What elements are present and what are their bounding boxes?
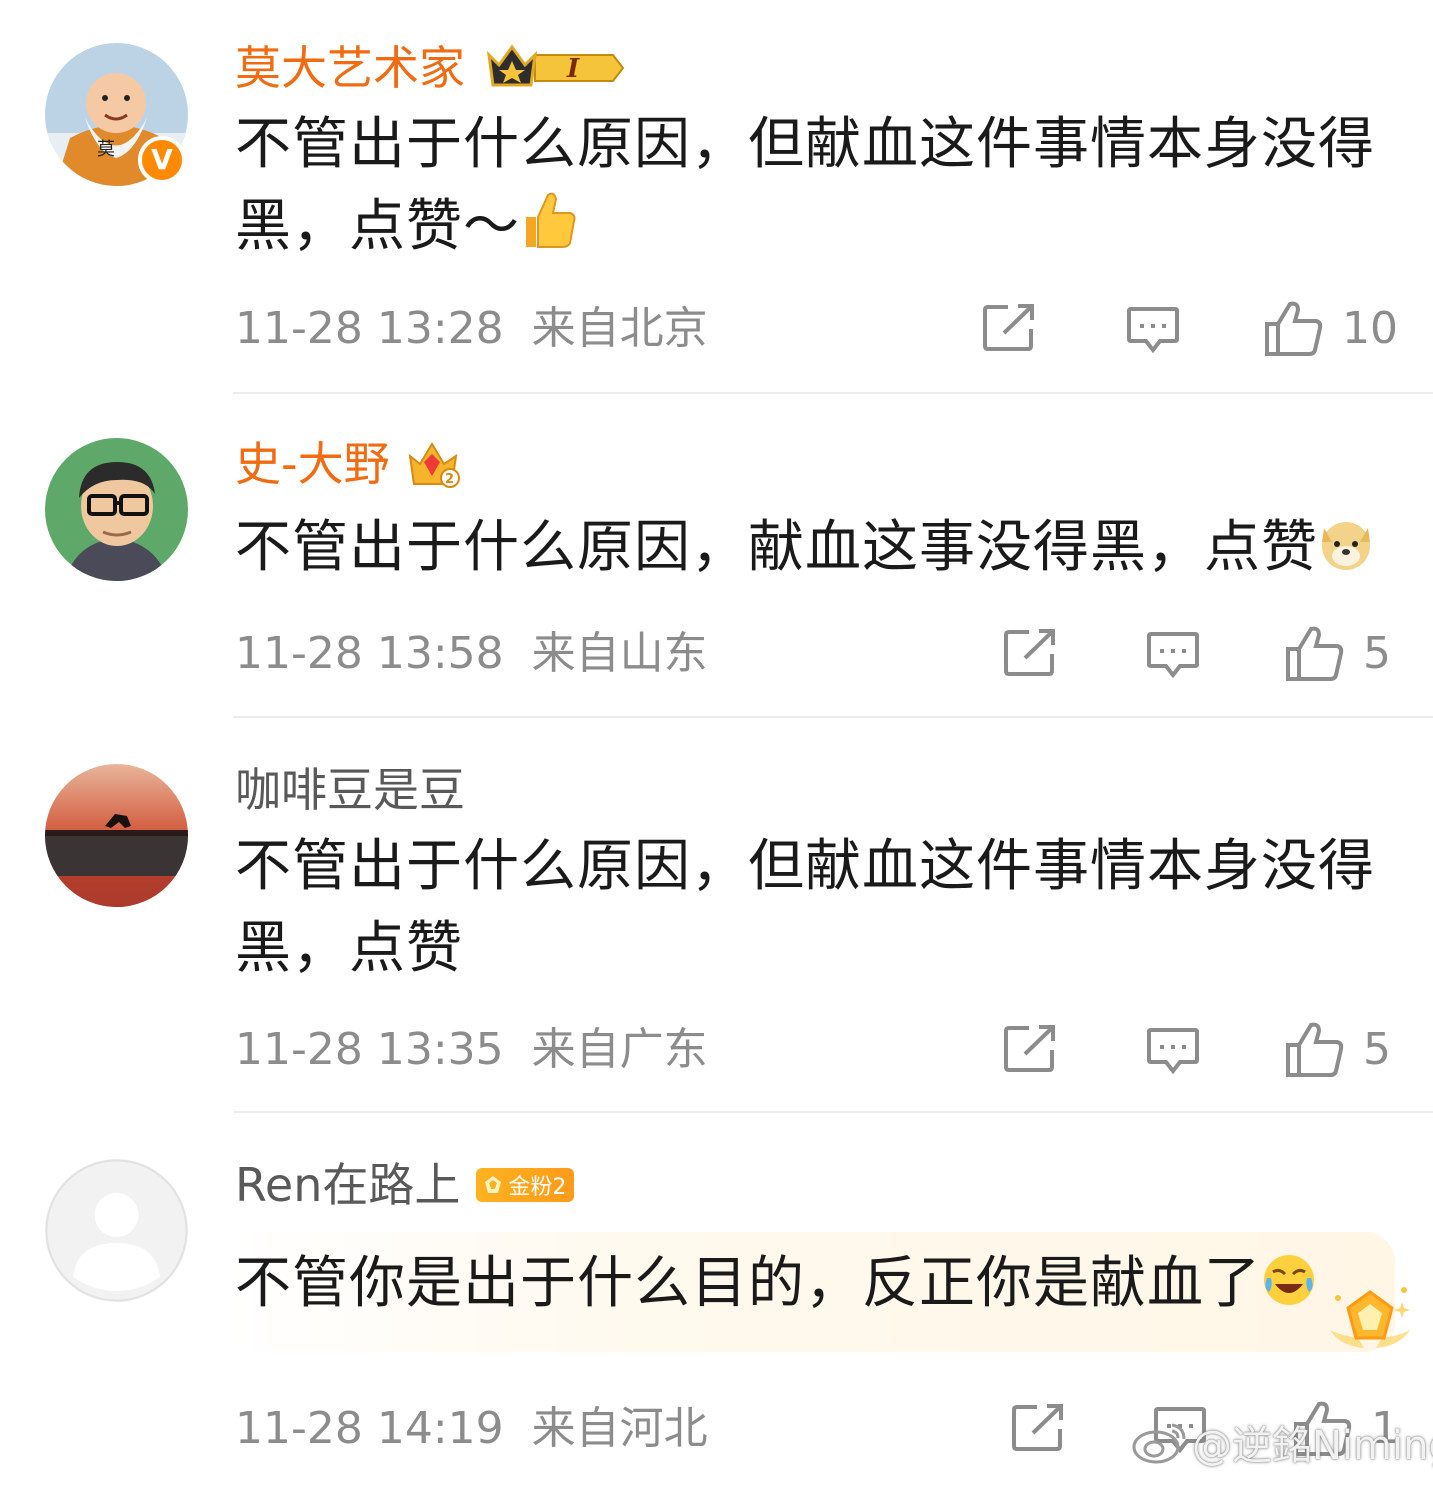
comment-meta: 11-28 13:28 来自北京 [235,299,708,359]
watermark-text: @逆銘Niming [1192,1423,1433,1469]
comment-icon [1147,1028,1199,1075]
fan-badge: 金粉2 [476,1168,575,1202]
reply-button[interactable] [1146,630,1200,680]
comment-location: 来自广东 [531,1024,708,1075]
comment-time: 11-28 14:19 [235,1403,504,1454]
username[interactable]: 咖啡豆是豆 [235,760,465,820]
avatar[interactable] [45,438,188,581]
comment-text: 不管你是出于什么目的，反正你是献血了 [235,1243,1385,1331]
avatar[interactable] [45,764,188,907]
comment-text: 不管出于什么原因，但献血这件事情本身没得黑，点赞～ [235,104,1385,274]
like-button[interactable]: 5 [1285,1020,1391,1080]
username[interactable]: Ren在路上 [235,1155,460,1215]
like-count: 5 [1363,628,1391,679]
gem-icon [485,1176,502,1193]
share-button[interactable] [1003,628,1057,678]
like-icon [1286,626,1344,681]
like-button[interactable]: 5 [1285,624,1391,684]
comment-location: 来自山东 [531,628,708,679]
comment-item: 咖啡豆是豆 不管出于什么原因，但献血这件事情本身没得黑，点赞 11-28 13:… [0,718,1433,1111]
thumbs-up-emoji [520,189,578,274]
weibo-logo-icon [1132,1423,1186,1464]
doge-emoji [1318,513,1374,595]
laugh-cry-emoji [1261,1249,1317,1331]
crown-level-icon: I [485,43,625,93]
like-count: 10 [1342,303,1398,354]
username[interactable]: 史-大野 [235,434,390,494]
comment-location: 来自北京 [531,303,708,354]
comment-time: 11-28 13:58 [235,628,504,679]
comment-icon [1147,632,1199,679]
comment-icon [1127,307,1179,354]
reply-button[interactable] [1126,305,1180,355]
share-icon [1004,629,1055,676]
comment-item: 莫 V 莫大艺术家 I 不管出于什么原因，但献血这件事情本身没得黑，点赞～ 11… [0,0,1433,392]
svg-text:莫: 莫 [97,139,115,160]
watermark: @逆銘Niming [1130,1412,1433,1472]
share-button[interactable] [982,303,1036,353]
gold-fan-medal-icon [1320,1268,1420,1372]
badge-level-text: I [566,54,580,84]
comment-text: 不管出于什么原因，但献血这件事情本身没得黑，点赞 [235,834,1375,981]
crown-2-icon: 2 [404,438,462,490]
verified-icon: V [138,136,186,184]
comment-time: 11-28 13:28 [235,303,504,354]
avatar[interactable] [45,1159,188,1302]
share-icon [1012,1404,1063,1451]
share-icon [983,304,1034,351]
like-icon [1265,301,1323,356]
comment-time: 11-28 13:35 [235,1024,504,1075]
comment-location: 来自河北 [531,1403,708,1454]
svg-text:2: 2 [445,472,454,487]
comment-text: 不管出于什么原因，献血这事没得黑，点赞 [235,507,1385,595]
reply-button[interactable] [1146,1026,1200,1076]
username[interactable]: 莫大艺术家 [235,38,465,98]
like-count: 5 [1363,1024,1391,1075]
comment-meta: 11-28 13:35 来自广东 [235,1020,708,1080]
comment-meta: 11-28 14:19 来自河北 [235,1399,708,1459]
comment-item: 史-大野 2 不管出于什么原因，献血这事没得黑，点赞 11-28 13:58 来… [0,394,1433,716]
share-button[interactable] [1011,1403,1065,1453]
share-icon [1004,1025,1055,1072]
like-button[interactable]: 10 [1264,299,1398,359]
like-icon [1286,1022,1344,1077]
fan-badge-label: 金粉2 [508,1175,567,1200]
share-button[interactable] [1003,1024,1057,1074]
comment-meta: 11-28 13:58 来自山东 [235,624,708,684]
